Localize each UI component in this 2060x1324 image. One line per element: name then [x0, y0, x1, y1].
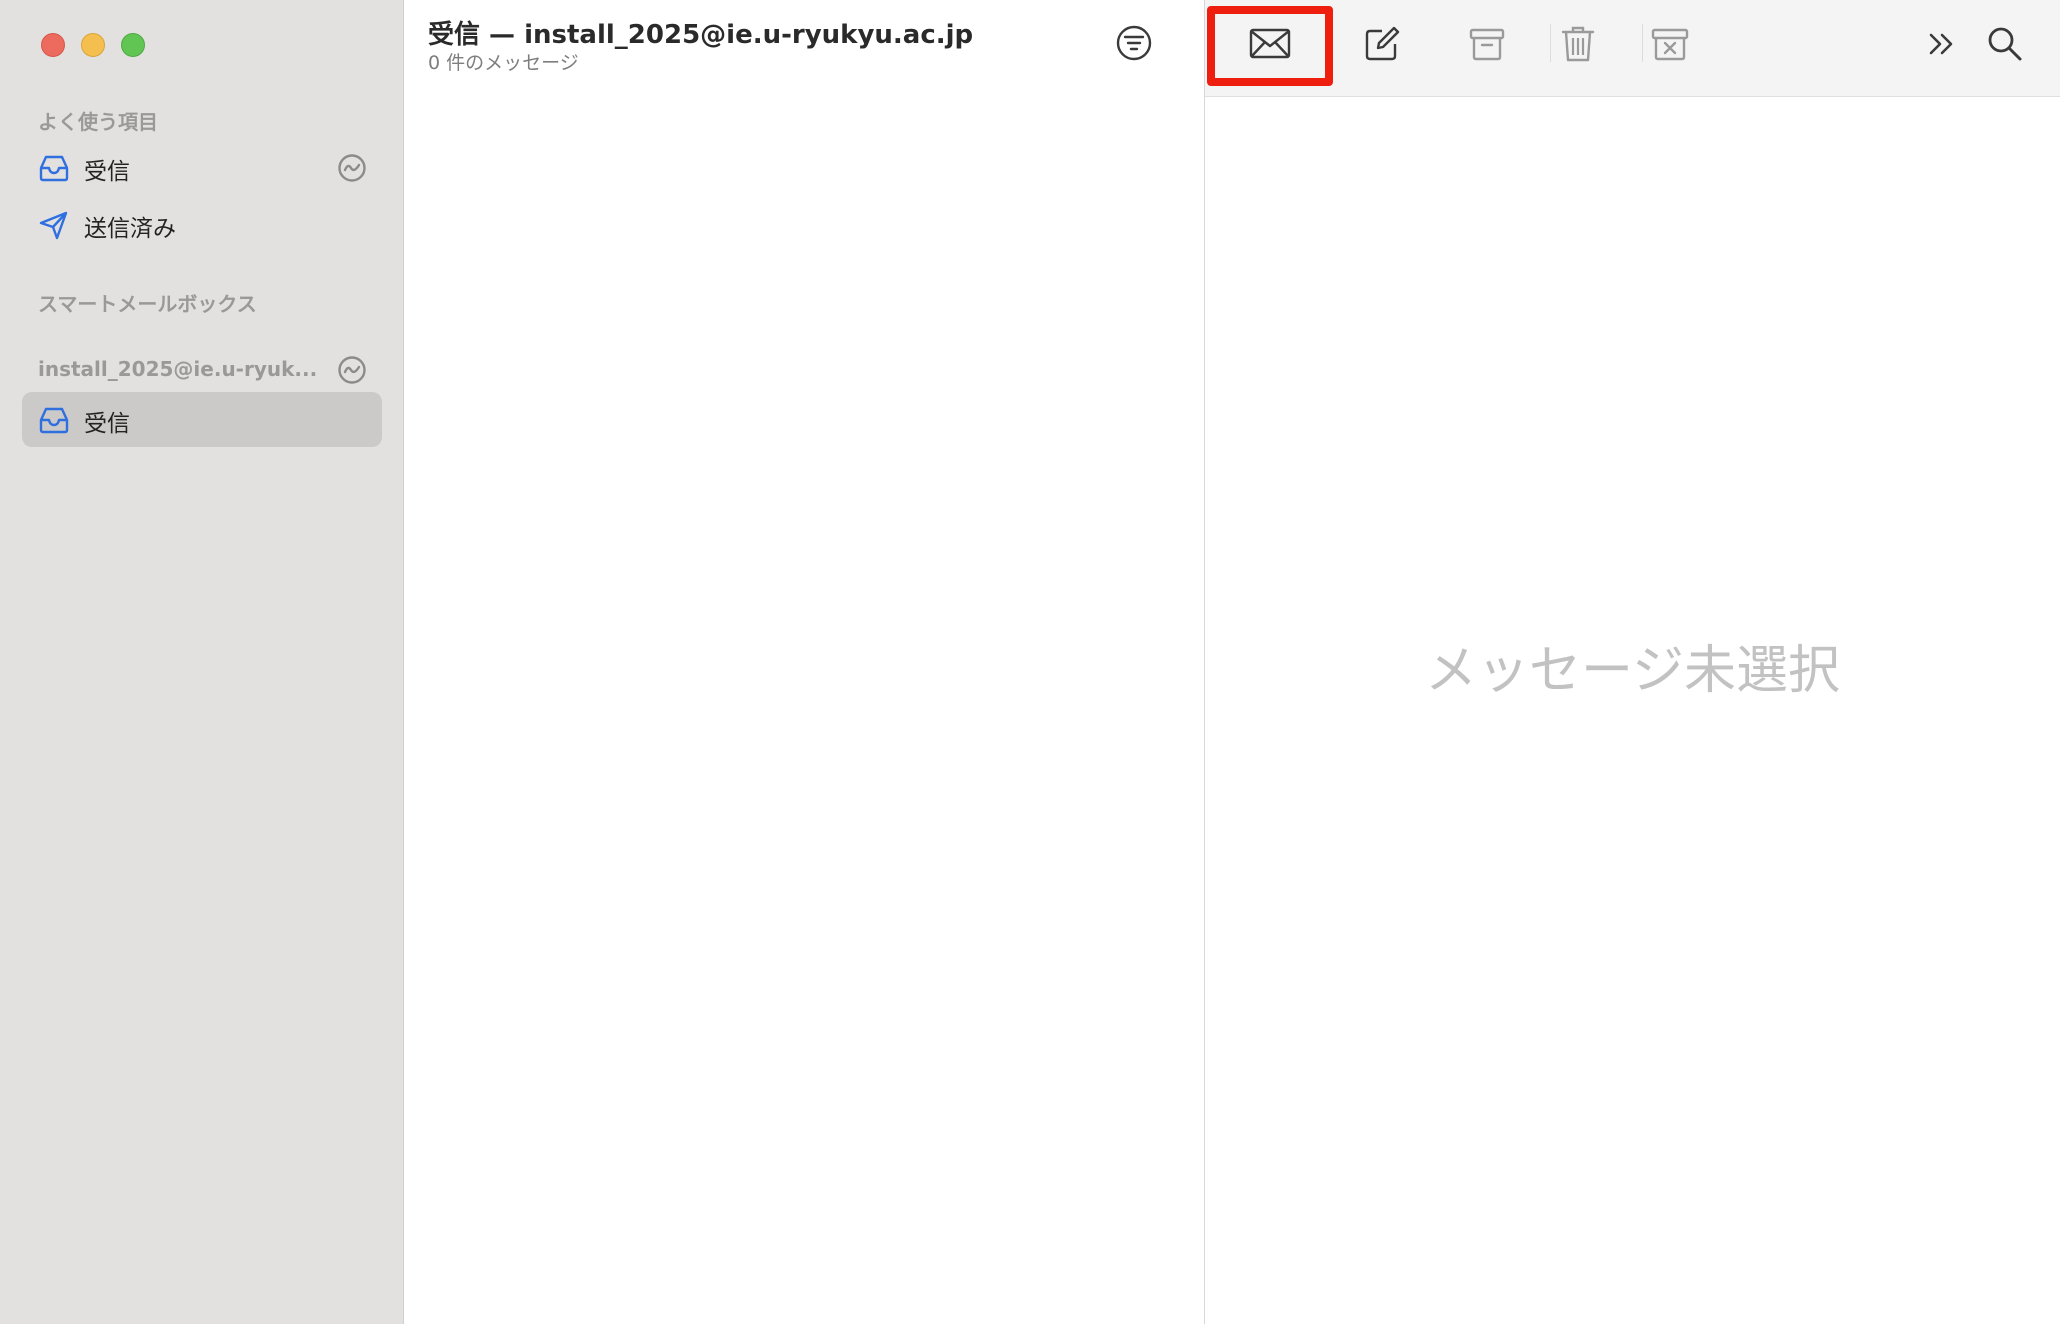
compose-icon — [1365, 26, 1400, 61]
archive-icon — [1469, 28, 1505, 61]
account-header[interactable]: install_2025@ie.u-ryuk... — [38, 357, 317, 381]
close-window-button[interactable] — [41, 33, 65, 57]
no-message-selected-text: メッセージ未選択 — [1425, 641, 1840, 701]
trash-icon — [1561, 26, 1595, 62]
archive-button[interactable] — [1464, 22, 1510, 66]
sidebar: よく使う項目 受信 送信済み スマートメールボックス install_2025@… — [0, 0, 404, 1324]
highlight-annotation — [1207, 6, 1333, 86]
mailbox-title: 受信 — install_2025@ie.u-ryukyu.ac.jp — [428, 20, 974, 50]
zoom-window-button[interactable] — [121, 33, 145, 57]
sidebar-item-inbox[interactable]: 受信 — [22, 140, 382, 195]
junk-icon — [1651, 28, 1689, 61]
toolbar — [1205, 0, 2060, 97]
sidebar-item-account-inbox[interactable]: 受信 — [22, 392, 382, 447]
inbox-icon — [39, 407, 69, 434]
sidebar-item-label: 送信済み — [84, 216, 176, 242]
search-button[interactable] — [1982, 22, 2028, 66]
favorites-header: よく使う項目 — [38, 110, 158, 134]
compose-button[interactable] — [1359, 22, 1405, 66]
activity-icon — [338, 154, 366, 182]
toolbar-separator — [1550, 24, 1551, 62]
more-toolbar-button[interactable] — [1919, 22, 1965, 66]
message-list: 受信 — install_2025@ie.u-ryukyu.ac.jp 0 件の… — [404, 0, 1205, 1324]
mail-window: よく使う項目 受信 送信済み スマートメールボックス install_2025@… — [0, 0, 2060, 1324]
more-icon — [1929, 33, 1953, 55]
activity-icon — [338, 356, 366, 384]
message-count: 0 件のメッセージ — [428, 52, 579, 74]
smart-mailboxes-header[interactable]: スマートメールボックス — [38, 288, 257, 317]
toolbar-separator — [1642, 24, 1643, 62]
minimize-window-button[interactable] — [81, 33, 105, 57]
paperplane-icon — [39, 211, 68, 240]
delete-button[interactable] — [1555, 22, 1601, 66]
sidebar-item-sent[interactable]: 送信済み — [22, 197, 382, 252]
sidebar-item-label: 受信 — [84, 411, 130, 437]
sidebar-item-label: 受信 — [84, 159, 130, 185]
search-icon — [1988, 27, 2022, 61]
message-viewer: メッセージ未選択 — [1205, 0, 2060, 1324]
inbox-icon — [39, 155, 69, 182]
filter-icon[interactable] — [1115, 24, 1153, 62]
junk-button[interactable] — [1647, 22, 1693, 66]
